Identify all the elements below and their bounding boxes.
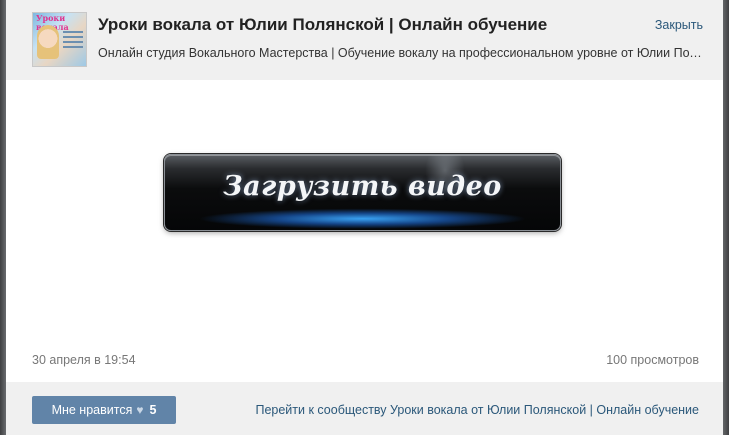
video-title[interactable]: Уроки вокала от Юлии Полянской | Онлайн … <box>98 15 547 35</box>
community-avatar[interactable]: Уроки вокала <box>32 12 87 67</box>
close-link[interactable]: Закрыть <box>655 18 703 32</box>
like-button[interactable]: Мне нравится ♥ 5 <box>32 396 176 424</box>
modal-header: Уроки вокала Уроки вокала от Юлии Полянс… <box>6 0 723 80</box>
avatar-portrait <box>37 25 59 59</box>
overlay-backdrop-right <box>722 0 729 435</box>
video-description: Онлайн студия Вокального Мастерства | Об… <box>98 46 703 60</box>
post-date[interactable]: 30 апреля в 19:54 <box>32 353 136 367</box>
modal-footer: Мне нравится ♥ 5 Перейти к сообществу Ур… <box>6 382 723 435</box>
heart-icon: ♥ <box>136 403 144 417</box>
avatar-text-lines <box>63 31 83 33</box>
like-count: 5 <box>149 403 157 417</box>
video-content-area: Загрузить видео <box>6 80 723 340</box>
video-modal: Уроки вокала Уроки вокала от Юлии Полянс… <box>6 0 723 435</box>
views-count: 100 просмотров <box>606 353 699 367</box>
like-label: Мне нравится <box>51 403 133 417</box>
go-to-community-link[interactable]: Перейти к сообществу Уроки вокала от Юли… <box>255 403 699 417</box>
upload-video-button[interactable]: Загрузить видео <box>164 154 561 231</box>
upload-video-label: Загрузить видео <box>223 171 502 202</box>
